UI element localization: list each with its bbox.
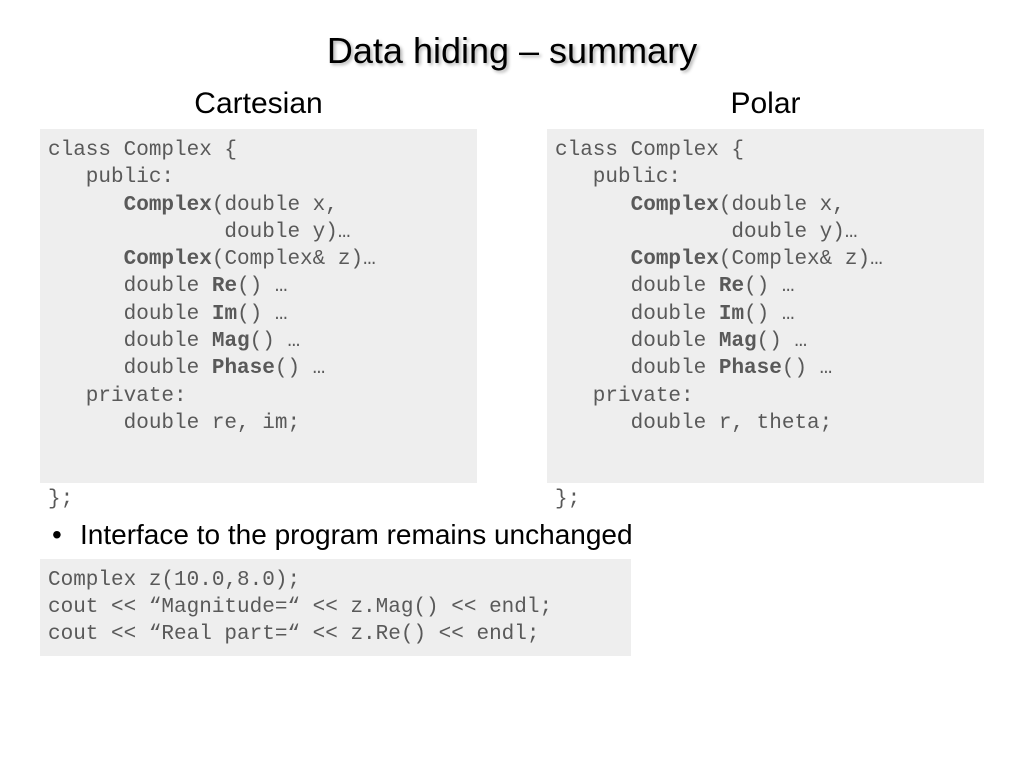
bullet-interface: Interface to the program remains unchang… — [80, 519, 984, 551]
left-heading: Cartesian — [40, 87, 477, 121]
right-code: class Complex { public: Complex(double x… — [547, 129, 984, 483]
right-column: Polar class Complex { public: Complex(do… — [547, 87, 984, 511]
left-close: }; — [40, 483, 477, 511]
right-heading: Polar — [547, 87, 984, 121]
right-close: }; — [547, 483, 984, 511]
usage-code: Complex z(10.0,8.0); cout << “Magnitude=… — [40, 559, 631, 657]
left-column: Cartesian class Complex { public: Comple… — [40, 87, 477, 511]
left-code: class Complex { public: Complex(double x… — [40, 129, 477, 483]
slide-title: Data hiding – summary — [40, 30, 984, 72]
